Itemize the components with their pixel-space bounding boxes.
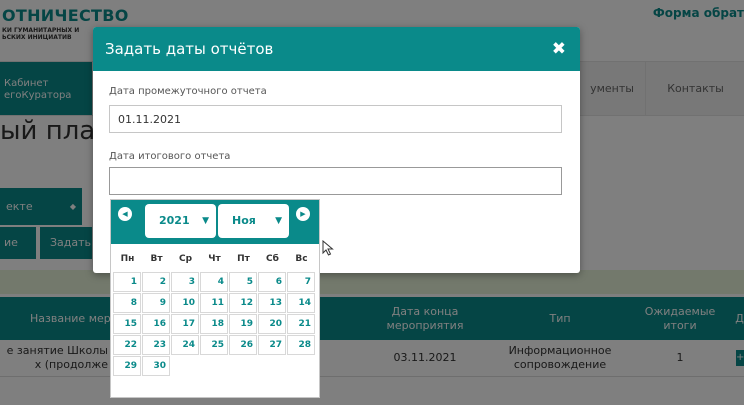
datepicker-header: ◀ 2021 ▼ Ноя ▼ ▶ <box>111 200 319 244</box>
day-cell[interactable]: 18 <box>200 314 228 334</box>
modal-header: Задать даты отчётов ✖ <box>93 27 580 71</box>
day-cell[interactable]: 19 <box>229 314 257 334</box>
day-cell[interactable]: 25 <box>200 335 228 355</box>
day-cell[interactable]: 9 <box>142 293 170 313</box>
chevron-down-icon: ▼ <box>202 216 209 226</box>
chevron-down-icon: ▼ <box>275 216 282 226</box>
day-cell[interactable]: 5 <box>229 272 257 292</box>
day-cell[interactable]: 13 <box>258 293 286 313</box>
day-cell[interactable]: 15 <box>113 314 141 334</box>
weekday-header: Пн Вт Ср Чт Пт Сб Вс <box>113 246 319 272</box>
weekday-label: Пн <box>120 254 135 264</box>
day-cell[interactable]: 2 <box>142 272 170 292</box>
day-cell[interactable]: 8 <box>113 293 141 313</box>
day-cell[interactable]: 1 <box>113 272 141 292</box>
mouse-cursor-icon <box>322 240 334 256</box>
day-cell[interactable]: 6 <box>258 272 286 292</box>
day-cell[interactable]: 23 <box>142 335 170 355</box>
final-report-date-input[interactable] <box>109 167 562 195</box>
month-select[interactable]: Ноя ▼ <box>218 204 289 238</box>
chevron-right-icon[interactable]: ▶ <box>296 207 310 221</box>
weekday-label: Вт <box>150 254 163 264</box>
day-cell[interactable]: 12 <box>229 293 257 313</box>
day-cell[interactable]: 28 <box>287 335 315 355</box>
day-cell[interactable]: 14 <box>287 293 315 313</box>
day-cell[interactable]: 11 <box>200 293 228 313</box>
chevron-left-icon[interactable]: ◀ <box>118 207 132 221</box>
interim-report-date-input[interactable] <box>109 105 562 133</box>
days-grid: 1 2 3 4 5 6 7 8 9 10 11 12 13 14 15 16 17 18 19 20 21 22 23 24 2… <box>113 272 319 377</box>
weekday-label: Вс <box>295 254 308 264</box>
month-value: Ноя <box>232 214 256 227</box>
calendar-grid: Пн Вт Ср Чт Пт Сб Вс 1 2 3 4 5 6 7 8 9 10 11 12 13 14… <box>113 246 319 377</box>
day-cell[interactable]: 24 <box>171 335 199 355</box>
day-cell[interactable]: 3 <box>171 272 199 292</box>
day-cell[interactable]: 16 <box>142 314 170 334</box>
weekday-label: Сб <box>266 254 279 264</box>
day-cell[interactable]: 22 <box>113 335 141 355</box>
day-cell[interactable]: 4 <box>200 272 228 292</box>
day-cell[interactable]: 26 <box>229 335 257 355</box>
day-cell[interactable]: 27 <box>258 335 286 355</box>
year-select[interactable]: 2021 ▼ <box>145 204 216 238</box>
close-icon[interactable]: ✖ <box>552 27 566 71</box>
year-value: 2021 <box>159 214 190 227</box>
day-cell[interactable]: 21 <box>287 314 315 334</box>
weekday-label: Чт <box>208 254 221 264</box>
day-cell[interactable]: 20 <box>258 314 286 334</box>
day-cell[interactable]: 29 <box>113 356 141 376</box>
day-cell[interactable]: 17 <box>171 314 199 334</box>
weekday-label: Ср <box>178 254 193 264</box>
final-report-label: Дата итогового отчета <box>109 151 231 162</box>
interim-report-label: Дата промежуточного отчета <box>109 86 267 97</box>
day-cell[interactable]: 7 <box>287 272 315 292</box>
day-cell[interactable]: 30 <box>142 356 170 376</box>
modal-title: Задать даты отчётов <box>105 40 274 58</box>
weekday-label: Пт <box>237 254 250 264</box>
day-cell[interactable]: 10 <box>171 293 199 313</box>
datepicker: ◀ 2021 ▼ Ноя ▼ ▶ Пн Вт Ср Чт Пт Сб Вс 12… <box>110 199 320 398</box>
